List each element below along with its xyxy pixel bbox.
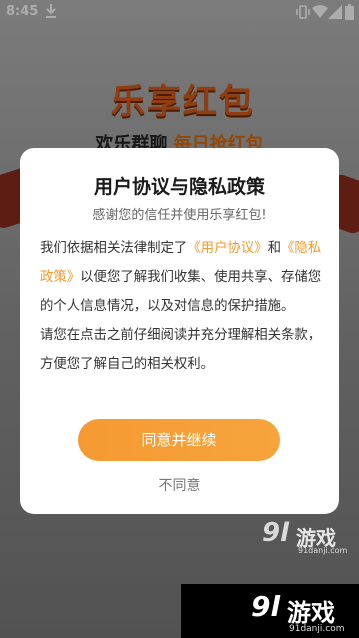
watermark-text: 游戏 <box>287 599 335 627</box>
dialog-paragraph-1: 我们依据相关法律制定了《用户协议》和《隐私政策》以便您了解我们收集、使用共享、存… <box>40 234 322 321</box>
watermark-logo: 9l <box>251 590 281 623</box>
watermark-bar: 9l 游戏 91danji.com <box>181 584 359 638</box>
dialog-paragraph-2: 请您在点击之前仔细阅读并充分理解相关条款，方便您了解自己的相关权利。 <box>40 328 322 372</box>
dialog-title: 用户协议与隐私政策 <box>93 176 265 198</box>
watermark-url: 91danji.com <box>298 546 348 555</box>
privacy-dialog: 用户协议与隐私政策 感谢您的信任并使用乐享红包! 我们依据相关法律制定了《用户协… <box>20 148 339 514</box>
paragraph-text: 以便您了解我们收集、使用共享、存储您的个人信息情况，以及对信息的保护措施。 <box>40 270 322 314</box>
dialog-subtitle: 感谢您的信任并使用乐享红包! <box>92 208 267 223</box>
watermark-overlay: 9l 游戏 91danji.com <box>262 518 358 558</box>
paragraph-text: 我们依据相关法律制定了 <box>40 241 188 256</box>
disagree-button[interactable]: 不同意 <box>20 475 339 495</box>
paragraph-text: 和 <box>267 241 282 256</box>
user-agreement-link[interactable]: 《用户协议》 <box>187 241 267 256</box>
watermark-logo: 9l <box>262 518 290 548</box>
watermark-url: 91danji.com <box>289 624 345 634</box>
agree-button[interactable]: 同意并继续 <box>78 419 280 461</box>
dialog-body: 我们依据相关法律制定了《用户协议》和《隐私政策》以便您了解我们收集、使用共享、存… <box>40 234 322 379</box>
